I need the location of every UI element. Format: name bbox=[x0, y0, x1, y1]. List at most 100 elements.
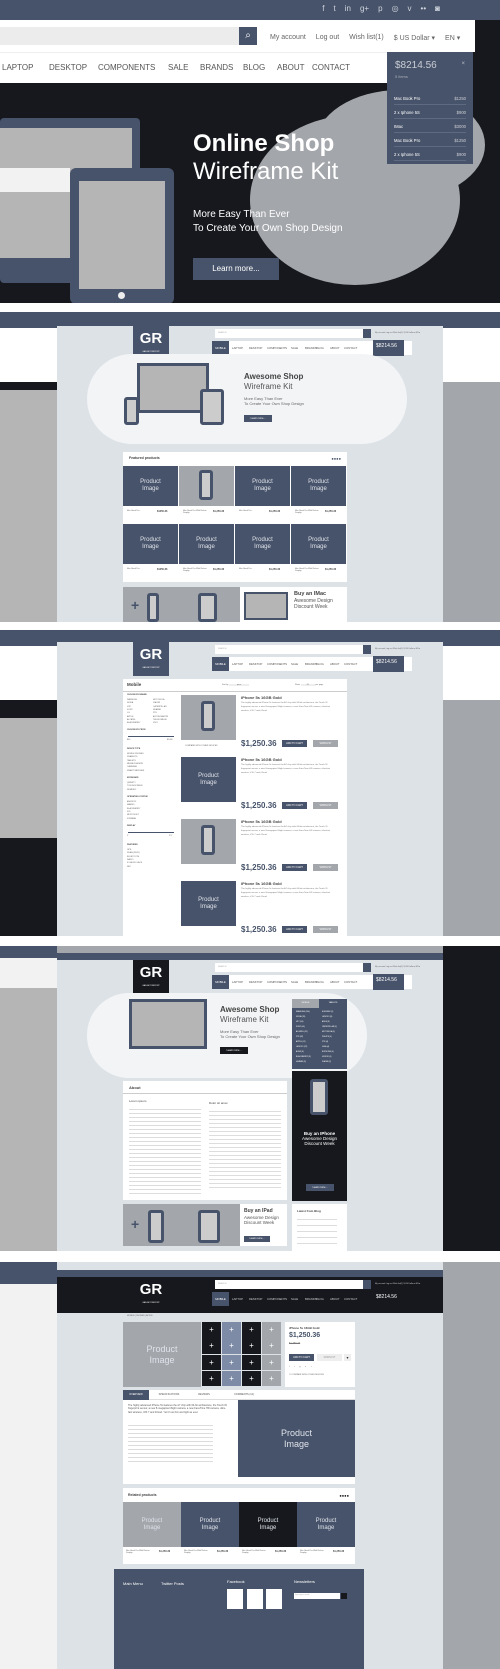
carousel-dots[interactable]: ●●●● bbox=[339, 1493, 349, 1498]
carousel-dots[interactable]: ●●●● bbox=[331, 456, 341, 461]
product-image[interactable] bbox=[181, 695, 236, 740]
product-image[interactable] bbox=[181, 819, 236, 864]
search-input[interactable] bbox=[0, 27, 240, 45]
filter-option[interactable]: WLAN (WI-FI) bbox=[127, 852, 140, 854]
nav-item-components[interactable]: COMPONENTS bbox=[267, 980, 287, 984]
search-input[interactable]: SEARCH bbox=[215, 1280, 365, 1289]
filter-option[interactable]: MICROSOFT bbox=[127, 814, 139, 816]
add-to-cart-button[interactable]: ADD TO CART bbox=[282, 926, 307, 933]
filter-option[interactable]: NUMERIC bbox=[127, 789, 136, 791]
filter-option[interactable]: HTC bbox=[127, 706, 131, 708]
cart-dropdown[interactable]: $8214.56 × 5 items Mac Book Pro $1250 2 x … bbox=[387, 52, 473, 164]
cart-button[interactable]: $8214.56 bbox=[373, 340, 404, 356]
thumbnail[interactable]: + bbox=[222, 1354, 241, 1370]
nav-item-desktop[interactable]: DESKTOP bbox=[249, 346, 262, 350]
category-link[interactable]: BOPHONE (4) bbox=[322, 1051, 334, 1053]
category-link[interactable]: CATERPILLAR (4) bbox=[322, 1026, 337, 1028]
thumbnail[interactable]: + bbox=[242, 1354, 261, 1370]
nav-item-laptop[interactable]: LAPTOP bbox=[232, 980, 243, 984]
cart-item[interactable]: Mac Book Pro $1250 bbox=[394, 134, 466, 147]
filter-option[interactable]: SAMSUNG bbox=[127, 699, 137, 701]
filter-option[interactable]: SONY bbox=[127, 709, 133, 711]
nav-item-contact[interactable]: CONTACT bbox=[344, 1297, 357, 1301]
add-to-cart-button[interactable]: ADD TO CART bbox=[282, 864, 307, 871]
rss-icon[interactable]: ◙ bbox=[435, 4, 440, 13]
search-icon[interactable]: ⌕ bbox=[239, 27, 257, 45]
show-select[interactable]: 20 bbox=[300, 684, 315, 686]
product-image[interactable]: Product Image bbox=[297, 1502, 355, 1547]
product-image[interactable]: Product Image bbox=[123, 524, 178, 564]
flickr-icon[interactable]: •• bbox=[421, 4, 427, 13]
learn-more-button[interactable]: Learn more... bbox=[220, 1047, 248, 1054]
breadcrumb[interactable]: MOBILE | PHONES | APPLE bbox=[127, 1315, 153, 1317]
linkedin-icon[interactable]: in bbox=[345, 4, 351, 13]
filter-option[interactable]: RADIO bbox=[127, 859, 133, 861]
nav-item-blog[interactable]: BLOG bbox=[243, 63, 265, 72]
category-link[interactable]: SAMSUNG (104) bbox=[296, 1011, 310, 1013]
nav-item-desktop[interactable]: DESKTOP bbox=[49, 63, 87, 72]
product-image[interactable]: Product Image bbox=[123, 466, 178, 506]
search-icon[interactable] bbox=[363, 329, 371, 338]
price-slider[interactable] bbox=[128, 736, 174, 737]
category-link[interactable]: ZTE (4) bbox=[322, 1041, 328, 1043]
tab-comments[interactable]: COMMENTS (12) bbox=[219, 1390, 269, 1400]
wishlist-button[interactable]: WISHLIST bbox=[317, 1354, 342, 1361]
nav-item-sale[interactable]: SALE bbox=[291, 346, 298, 350]
thumbnail[interactable]: + bbox=[222, 1322, 241, 1338]
search-icon[interactable] bbox=[363, 1280, 371, 1289]
account-link[interactable]: EN ▾ bbox=[445, 34, 460, 42]
blog-links[interactable] bbox=[297, 1216, 337, 1248]
category-link[interactable]: ZTE (32) bbox=[296, 1036, 303, 1038]
cart-button[interactable]: $8214.56 bbox=[373, 974, 404, 990]
search-input[interactable]: SEARCH bbox=[215, 963, 365, 972]
nav-item-sale[interactable]: SALE bbox=[168, 63, 188, 72]
nav-item-desktop[interactable]: DESKTOP bbox=[249, 1297, 262, 1301]
thumbnail[interactable]: + bbox=[202, 1354, 221, 1370]
filter-option[interactable]: HUAWEI bbox=[153, 709, 161, 711]
filter-option[interactable]: TOUCHSCREEN bbox=[127, 785, 142, 787]
wishlist-button[interactable]: WISHLIST bbox=[313, 802, 338, 809]
category-link[interactable]: LENOVO (8) bbox=[322, 1016, 332, 1018]
tab-overview[interactable]: OVERVIEW bbox=[123, 1390, 149, 1400]
product-image[interactable]: Product Image bbox=[235, 524, 290, 564]
nav-item-mobile[interactable]: MOBILE bbox=[212, 975, 229, 989]
product-image[interactable]: Product Image bbox=[291, 524, 346, 564]
product-image[interactable]: Product Image bbox=[181, 1502, 239, 1547]
thumbnail[interactable]: + bbox=[242, 1322, 261, 1338]
cart-item[interactable]: 2 x Iphone 5S $900 bbox=[394, 106, 466, 119]
vimeo-icon[interactable]: v bbox=[408, 4, 412, 13]
search-input[interactable]: SEARCH bbox=[215, 329, 365, 338]
display-slider[interactable] bbox=[128, 832, 174, 833]
nav-item-laptop[interactable]: LAPTOP bbox=[232, 662, 243, 666]
filter-option[interactable]: NOKIA bbox=[127, 702, 133, 704]
googleplus-icon[interactable]: g+ bbox=[360, 4, 369, 13]
thumbnail[interactable]: + bbox=[262, 1322, 281, 1338]
thumbnail[interactable]: + bbox=[222, 1338, 241, 1354]
nav-item-blog[interactable]: BLOG bbox=[316, 662, 324, 666]
nav-item-brands[interactable]: BRANDS bbox=[305, 980, 317, 984]
filter-option[interactable]: TELEKOMELIK bbox=[153, 719, 167, 721]
thumbnail[interactable]: + bbox=[202, 1322, 221, 1338]
account-link[interactable]: $ US Dollar ▾ bbox=[394, 34, 435, 42]
product-image[interactable] bbox=[179, 466, 234, 506]
nav-item-mobile[interactable]: MOBILE bbox=[212, 1292, 229, 1306]
category-link[interactable]: ASUS (8) bbox=[322, 1021, 330, 1023]
nav-item-components[interactable]: COMPONENTS bbox=[267, 346, 287, 350]
facebook-icon[interactable]: f bbox=[322, 4, 324, 13]
cart-item[interactable]: IMac $3000 bbox=[394, 120, 466, 133]
filter-option[interactable]: ALCATEL bbox=[127, 719, 136, 721]
nav-item-about[interactable]: ABOUT bbox=[330, 1297, 340, 1301]
nav-item-about[interactable]: ABOUT bbox=[277, 63, 305, 72]
product-image[interactable]: Product Image bbox=[181, 757, 236, 802]
tab-specifications[interactable]: SPECIFICATIONS bbox=[149, 1390, 189, 1400]
filter-option[interactable]: MOBILE PHONES bbox=[127, 753, 144, 755]
add-to-cart-button[interactable]: ADD TO CART bbox=[289, 1354, 314, 1361]
newsletter-input[interactable]: Input your email bbox=[294, 1593, 340, 1599]
category-link[interactable]: GIGA (4) bbox=[322, 1046, 329, 1048]
search-icon[interactable] bbox=[363, 963, 371, 972]
nav-item-laptop[interactable]: LAPTOP bbox=[232, 1297, 243, 1301]
pinterest-icon[interactable]: p bbox=[378, 4, 382, 13]
filter-option[interactable]: PHABLETS bbox=[127, 756, 137, 758]
thumbnail[interactable]: + bbox=[262, 1354, 281, 1370]
category-link[interactable]: ACER (8) bbox=[296, 1051, 304, 1053]
